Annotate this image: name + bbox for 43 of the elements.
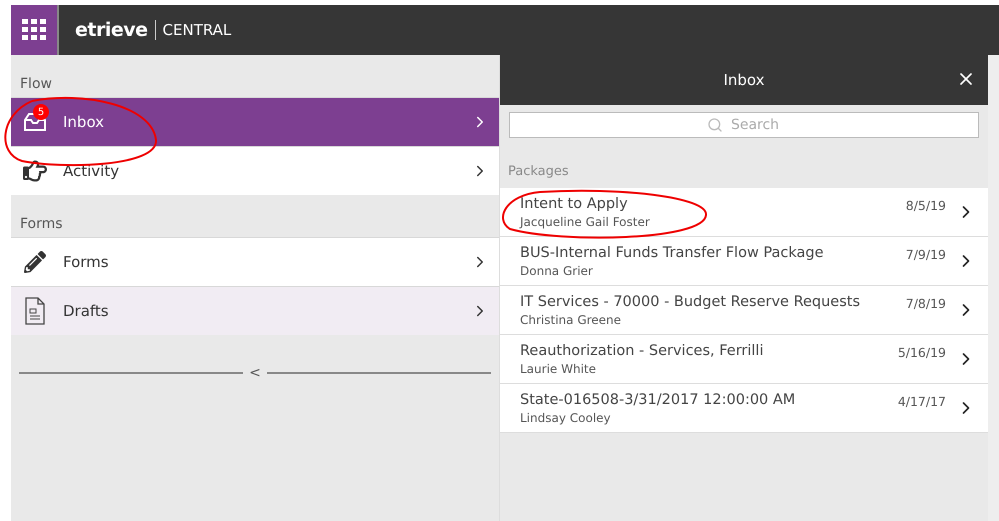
search-icon <box>707 117 723 133</box>
search-field[interactable]: Search <box>509 112 979 138</box>
collapse-button[interactable]: < <box>249 365 261 381</box>
pencil-icon <box>24 251 46 273</box>
document-icon <box>25 297 45 325</box>
pointing-hand-icon <box>23 159 47 183</box>
grid-icon <box>22 19 46 41</box>
section-title: Forms <box>19 215 64 234</box>
package-date: 5/16/19 <box>898 345 946 360</box>
package-sender: Laurie White <box>520 362 598 376</box>
sidebar-item[interactable]: 5 Inbox <box>11 97 499 146</box>
panel-title: Inbox <box>723 71 765 89</box>
sidebar-item-label: Forms <box>63 253 110 271</box>
section-title: Packages <box>507 163 570 181</box>
package-row[interactable]: IT Services - 70000 - Budget Reserve Requests Christina Greene 7/8/19 <box>500 286 988 335</box>
package-sender: Christina Greene <box>520 312 622 326</box>
package-row[interactable]: State-016508-3/31/2017 12:00:00 AM Lindsay Cooley 4/17/17 <box>500 384 988 433</box>
package-row[interactable]: Intent to Apply Jacqueline Gail Foster 8/5/19 <box>500 188 988 237</box>
sidebar-item-label: Inbox <box>63 113 106 131</box>
package-sender: Lindsay Cooley <box>520 410 612 424</box>
count-badge: 5 <box>33 104 49 120</box>
app-menu-button[interactable] <box>11 5 59 55</box>
package-title: Intent to Apply <box>520 196 629 212</box>
package-title: BUS-Internal Funds Transfer Flow Package <box>520 244 825 260</box>
product-name: CENTRAL <box>162 21 232 39</box>
package-title: Reauthorization - Services, Ferrilli <box>520 342 764 358</box>
package-sender: Jacqueline Gail Foster <box>520 214 651 228</box>
package-title: State-016508-3/31/2017 12:00:00 AM <box>520 392 796 408</box>
package-title: IT Services - 70000 - Budget Reserve Requests <box>520 294 862 310</box>
sidebar-item[interactable]: Activity <box>11 146 499 195</box>
package-row[interactable]: Reauthorization - Services, Ferrilli Laurie White 5/16/19 <box>500 335 988 384</box>
package-date: 8/5/19 <box>906 198 946 213</box>
package-row[interactable]: BUS-Internal Funds Transfer Flow Package Donna Grier 7/9/19 <box>500 237 988 286</box>
package-sender: Donna Grier <box>520 264 594 278</box>
brand-logo: etrieve <box>75 19 148 41</box>
section-title: Flow <box>19 75 53 94</box>
package-date: 4/17/17 <box>898 394 946 409</box>
sidebar-item[interactable]: Forms <box>11 237 499 286</box>
sidebar-item[interactable]: Drafts <box>11 286 499 335</box>
package-date: 7/9/19 <box>906 247 946 262</box>
sidebar-item-label: Drafts <box>63 302 110 320</box>
package-date: 7/8/19 <box>906 296 946 311</box>
sidebar-item-label: Activity <box>63 162 120 180</box>
